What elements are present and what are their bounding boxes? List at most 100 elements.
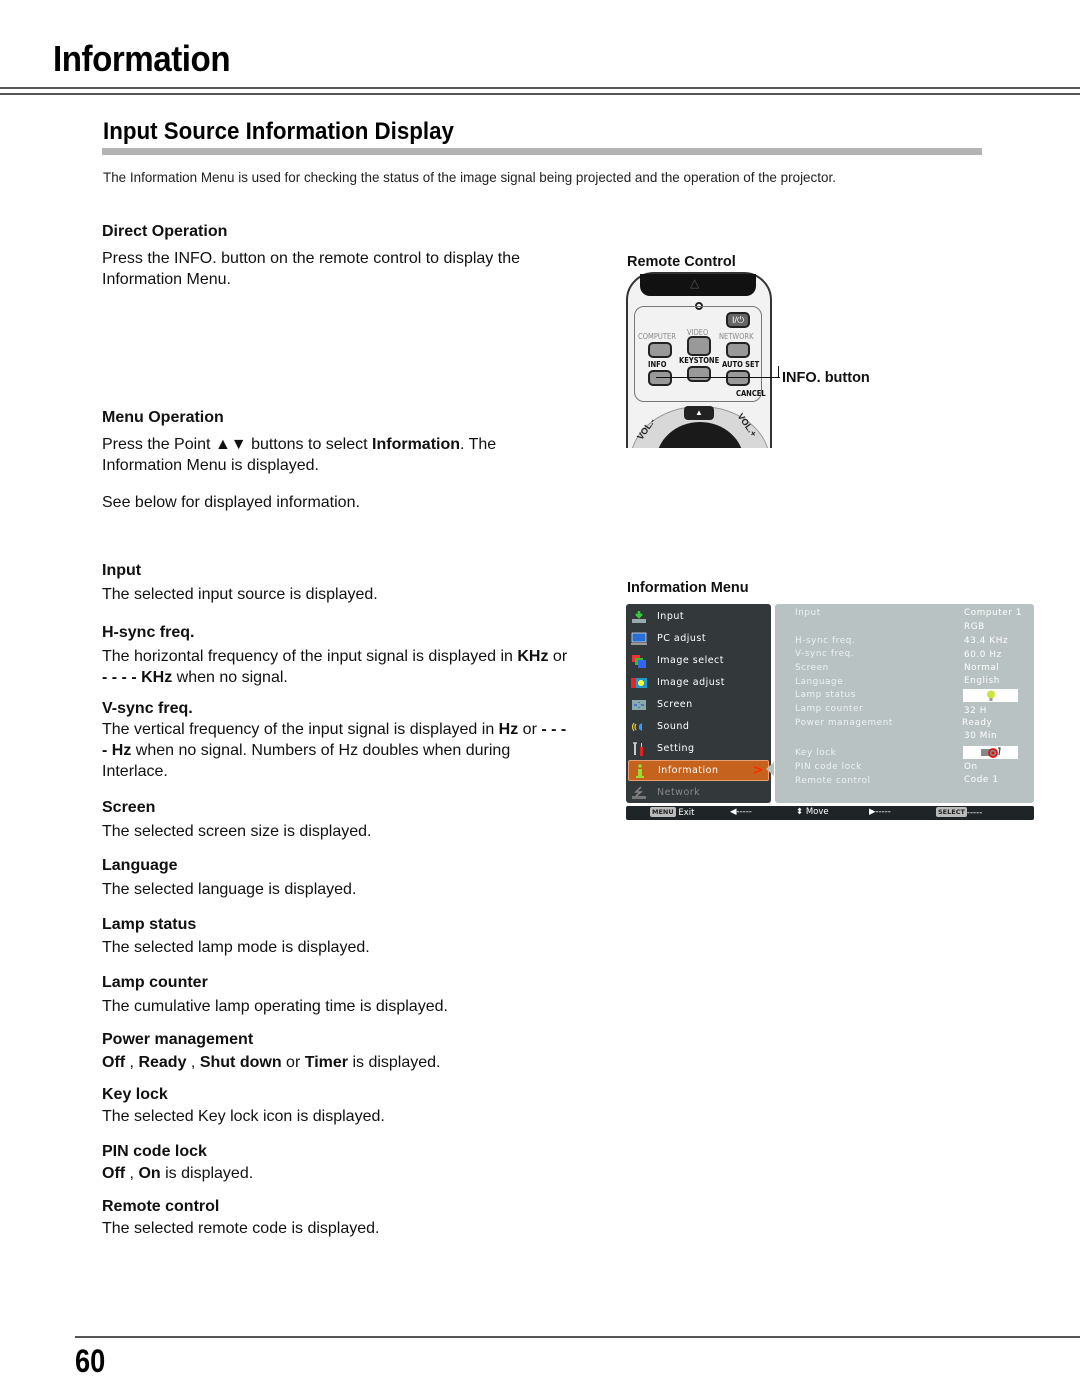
info-value-key-lock: [963, 746, 1018, 759]
select-label: -----: [966, 808, 983, 818]
menu-item-sound[interactable]: Sound: [628, 716, 769, 737]
menu-item-pc-adjust[interactable]: PC adjust: [628, 628, 769, 649]
setting-icon: [633, 741, 643, 756]
menu-operation-heading: Menu Operation: [102, 409, 224, 426]
info-label: INFO: [648, 360, 667, 369]
info-label-remote-control: Remote control: [795, 776, 871, 786]
info-button[interactable]: [648, 370, 672, 386]
text-part: or: [518, 721, 542, 738]
text-part: The horizontal frequency of the input si…: [102, 648, 518, 665]
menu-item-label: Screen: [657, 699, 693, 710]
text-part: is displayed.: [348, 1054, 441, 1071]
network-label: NETWORK: [719, 332, 754, 341]
network-button[interactable]: [726, 342, 750, 358]
image-adjust-icon: [631, 677, 647, 688]
info-value-hsync: 43.4 KHz: [964, 636, 1009, 646]
point-up-button[interactable]: ▲: [684, 406, 714, 420]
desc-text: The cumulative lamp operating time is di…: [102, 998, 448, 1015]
desc-text: The selected lamp mode is displayed.: [102, 939, 370, 956]
keystone-button[interactable]: [687, 366, 711, 382]
menu-item-label: Image adjust: [657, 677, 725, 688]
direct-operation-block: Direct Operation Press the INFO. button …: [102, 222, 582, 290]
power-button[interactable]: I/⏻: [726, 312, 750, 328]
information-panel: Input Computer 1 RGB H-sync freq. 43.4 K…: [775, 604, 1034, 803]
desc-heading: V-sync freq.: [102, 700, 193, 717]
callout-line: [656, 377, 780, 378]
info-label-input: Input: [795, 608, 821, 618]
info-label-lamp-status: Lamp status: [795, 690, 856, 700]
info-value-pin-code-lock: On: [964, 762, 978, 772]
auto-set-button[interactable]: [726, 370, 750, 386]
menu-item-label: Information: [658, 765, 719, 776]
desc-heading: Remote control: [102, 1198, 220, 1215]
menu-item-information[interactable]: Information >: [628, 760, 769, 781]
submenu-pointer: [766, 762, 774, 776]
select-hint: SELECT -----: [936, 807, 982, 818]
up-down-arrow-icon: ⬍: [796, 807, 804, 817]
sound-icon: [631, 722, 642, 731]
text-bold: Hz: [498, 721, 519, 738]
section-title: Input Source Information Display: [103, 118, 454, 145]
desc-heading: Key lock: [102, 1086, 168, 1103]
keystone-label: KEYSTONE: [679, 356, 720, 365]
desc-text: The selected screen size is displayed.: [102, 823, 372, 840]
network-icon: [632, 785, 646, 799]
text-part: ,: [125, 1165, 139, 1182]
text-bold: Timer: [304, 1054, 348, 1071]
video-button[interactable]: [687, 336, 711, 356]
menu-operation-block: Menu Operation Press the Point ▲▼ button…: [102, 408, 582, 513]
menu-item-screen[interactable]: Screen: [628, 694, 769, 715]
title-rule: [0, 87, 1080, 95]
text-part: when no signal. Numbers of Hz doubles wh…: [102, 742, 511, 780]
desc-text: The selected remote code is displayed.: [102, 1220, 380, 1237]
text-part: ,: [186, 1054, 200, 1071]
menu-item-input[interactable]: Input: [628, 606, 769, 627]
desc-text: Off , Ready , Shut down or Timer is disp…: [102, 1052, 582, 1073]
desc-text: The selected Key lock icon is displayed.: [102, 1108, 385, 1125]
auto-set-label: AUTO SET: [722, 360, 760, 369]
image-select-icon: [632, 654, 646, 668]
text-part: or: [548, 648, 568, 665]
move-label: Move: [805, 807, 829, 817]
info-label-lamp-counter: Lamp counter: [795, 704, 864, 714]
input-icon: [632, 610, 646, 623]
information-menu-label: Information Menu: [627, 580, 749, 596]
computer-label: COMPUTER: [638, 332, 676, 341]
menu-item-label: Sound: [657, 721, 690, 732]
lamp-bulb-icon: [986, 690, 995, 701]
desc-heading: Input: [102, 562, 142, 579]
screen-icon: [632, 699, 646, 710]
info-value-timer: 30 Min: [964, 731, 998, 741]
text-bold: KHz: [517, 648, 549, 665]
menu-item-label: Image select: [657, 655, 724, 666]
see-below-text: See below for displayed information.: [102, 494, 360, 511]
desc-power-management: Power management Off , Ready , Shut down…: [102, 1030, 582, 1073]
menu-item-image-adjust[interactable]: Image adjust: [628, 672, 769, 693]
text-part: The vertical frequency of the input sign…: [102, 721, 499, 738]
computer-button[interactable]: [648, 342, 672, 358]
menu-operation-text-part: Press the Point ▲▼ buttons to select: [102, 436, 373, 453]
menu-item-setting[interactable]: Setting: [628, 738, 769, 759]
desc-heading: Power management: [102, 1031, 254, 1048]
desc-text: The selected input source is displayed.: [102, 586, 378, 603]
desc-vsync: V-sync freq. The vertical frequency of t…: [102, 699, 582, 782]
page-title: Information: [53, 38, 231, 79]
desc-heading: Lamp status: [102, 916, 197, 933]
page-number: 60: [75, 1343, 106, 1379]
footer-rule: [75, 1336, 1080, 1338]
info-value-power-management: Ready: [962, 718, 993, 728]
text-part: or: [281, 1054, 305, 1071]
intro-text: The Information Menu is used for checkin…: [103, 169, 836, 185]
desc-lamp-counter: Lamp counter The cumulative lamp operati…: [102, 973, 582, 1017]
left-hint: ◀-----: [730, 807, 752, 817]
info-value-screen: Normal: [964, 663, 1000, 673]
warning-triangle-icon: △: [690, 276, 700, 290]
desc-text: The horizontal frequency of the input si…: [102, 646, 572, 688]
text-part: when no signal.: [172, 669, 288, 686]
desc-text: The selected language is displayed.: [102, 881, 357, 898]
menu-item-image-select[interactable]: Image select: [628, 650, 769, 671]
menu-item-network[interactable]: Network: [628, 782, 769, 803]
select-key-icon: SELECT: [936, 807, 967, 817]
info-value-signal: RGB: [964, 622, 985, 632]
desc-lamp-status: Lamp status The selected lamp mode is di…: [102, 915, 582, 958]
